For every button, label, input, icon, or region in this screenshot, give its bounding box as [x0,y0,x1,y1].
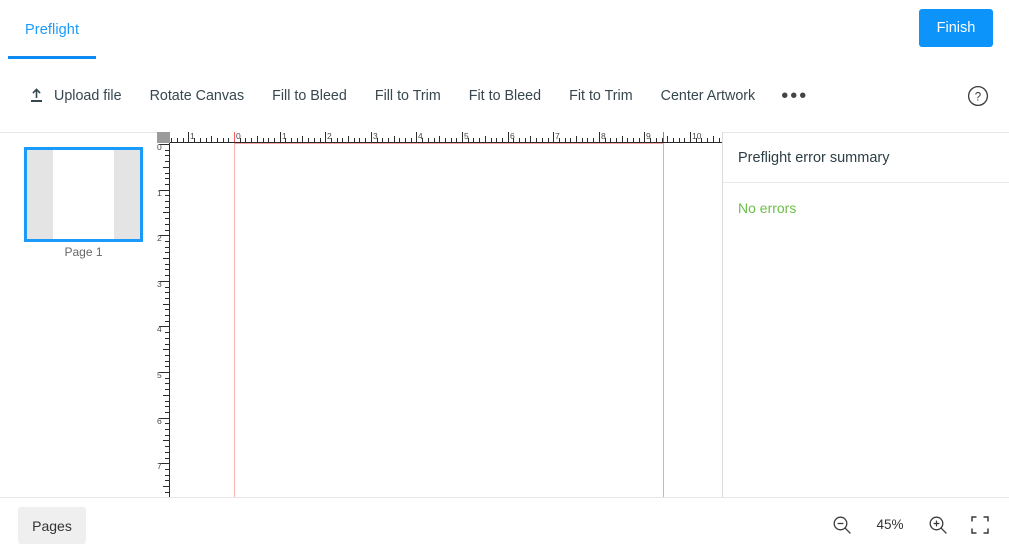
page-thumbnail-preview[interactable] [24,147,143,242]
summary-title: Preflight error summary [723,133,1009,183]
ruler-v-label: 2 [157,233,162,243]
zoom-level-value[interactable]: 45% [873,517,907,532]
toolbar-fit-to-bleed[interactable]: Fit to Bleed [457,73,553,119]
ruler-v-label: 7 [157,461,162,471]
page-thumbnail-item[interactable]: Page 1 [24,147,143,259]
tab-preflight-label: Preflight [25,21,80,38]
bottom-bar: Pages 45% [0,497,1009,550]
toolbar-fit-to-trim[interactable]: Fit to Trim [557,73,645,119]
toolbar-fill-to-trim[interactable]: Fill to Trim [363,73,453,119]
artboard[interactable] [170,143,722,497]
zoom-in-icon[interactable] [927,514,949,536]
fit-screen-icon[interactable] [969,514,991,536]
toolbar-fit-to-bleed-label: Fit to Bleed [468,87,542,104]
summary-body: No errors [723,183,1009,233]
bleed-boundary-box [234,143,664,497]
pages-button-label: Pages [32,517,72,534]
ruler-v-label: 0 [157,142,162,152]
ruler-h-guide-marker [663,132,664,142]
zoom-out-icon[interactable] [831,514,853,536]
toolbar-fill-to-bleed-label: Fill to Bleed [272,87,347,104]
toolbar: Upload file Rotate Canvas Fill to Bleed … [0,59,1009,132]
tab-preflight[interactable]: Preflight [8,0,97,59]
toolbar-fit-to-trim-label: Fit to Trim [569,87,633,104]
finish-button-label: Finish [936,20,976,36]
zoom-controls: 45% [831,498,991,550]
ruler-h-guide-marker [234,132,235,142]
finish-button[interactable]: Finish [919,9,993,47]
vertical-ruler[interactable]: 0 1 2 3 4 5 6 7 [157,132,170,497]
toolbar-overflow-menu[interactable]: ••• [771,73,818,119]
ruler-v-label: 5 [157,370,162,380]
toolbar-center-artwork-label: Center Artwork [660,87,756,104]
page-thumbnail-label: Page 1 [64,245,103,259]
status-badge: No errors [738,200,797,216]
canvas-panel[interactable]: 1 0 1 2 3 4 5 6 7 8 9 10 0 1 2 3 4 5 6 7 [157,132,723,497]
toolbar-fill-to-bleed[interactable]: Fill to Bleed [260,73,359,119]
toolbar-rotate-canvas[interactable]: Rotate Canvas [138,73,257,119]
pages-button[interactable]: Pages [18,507,86,544]
ruler-v-label: 6 [157,416,162,426]
preflight-app: Preflight Finish Upload file Rotate Canv… [0,0,1009,550]
ruler-v-label: 1 [157,188,162,198]
svg-text:?: ? [975,91,981,103]
ruler-corner-box[interactable] [157,132,170,143]
preflight-summary-panel: Preflight error summary No errors [723,132,1009,497]
thumbnail-bleed-band-right [114,150,140,239]
thumbnail-bleed-band-left [27,150,53,239]
toolbar-fill-to-trim-label: Fill to Trim [374,87,441,104]
upload-icon [28,87,45,104]
ruler-v-label: 4 [157,324,162,334]
bleed-guide-line-left [234,143,235,497]
ruler-v-label: 3 [157,279,162,289]
toolbar-upload-file-label: Upload file [54,87,122,104]
top-tab-bar: Preflight Finish [0,0,1009,59]
main-area: Page 1 1 0 1 2 3 4 5 6 7 8 9 10 0 1 2 3 4 5 6 7 Preflight … [0,132,1009,497]
toolbar-center-artwork[interactable]: Center Artwork [649,73,768,119]
horizontal-ruler[interactable]: 1 0 1 2 3 4 5 6 7 8 9 10 [157,132,722,143]
help-circle-icon[interactable]: ? [965,83,991,109]
toolbar-rotate-canvas-label: Rotate Canvas [149,87,245,104]
pages-thumbnail-panel: Page 1 [0,132,157,497]
toolbar-upload-file[interactable]: Upload file [16,73,134,119]
